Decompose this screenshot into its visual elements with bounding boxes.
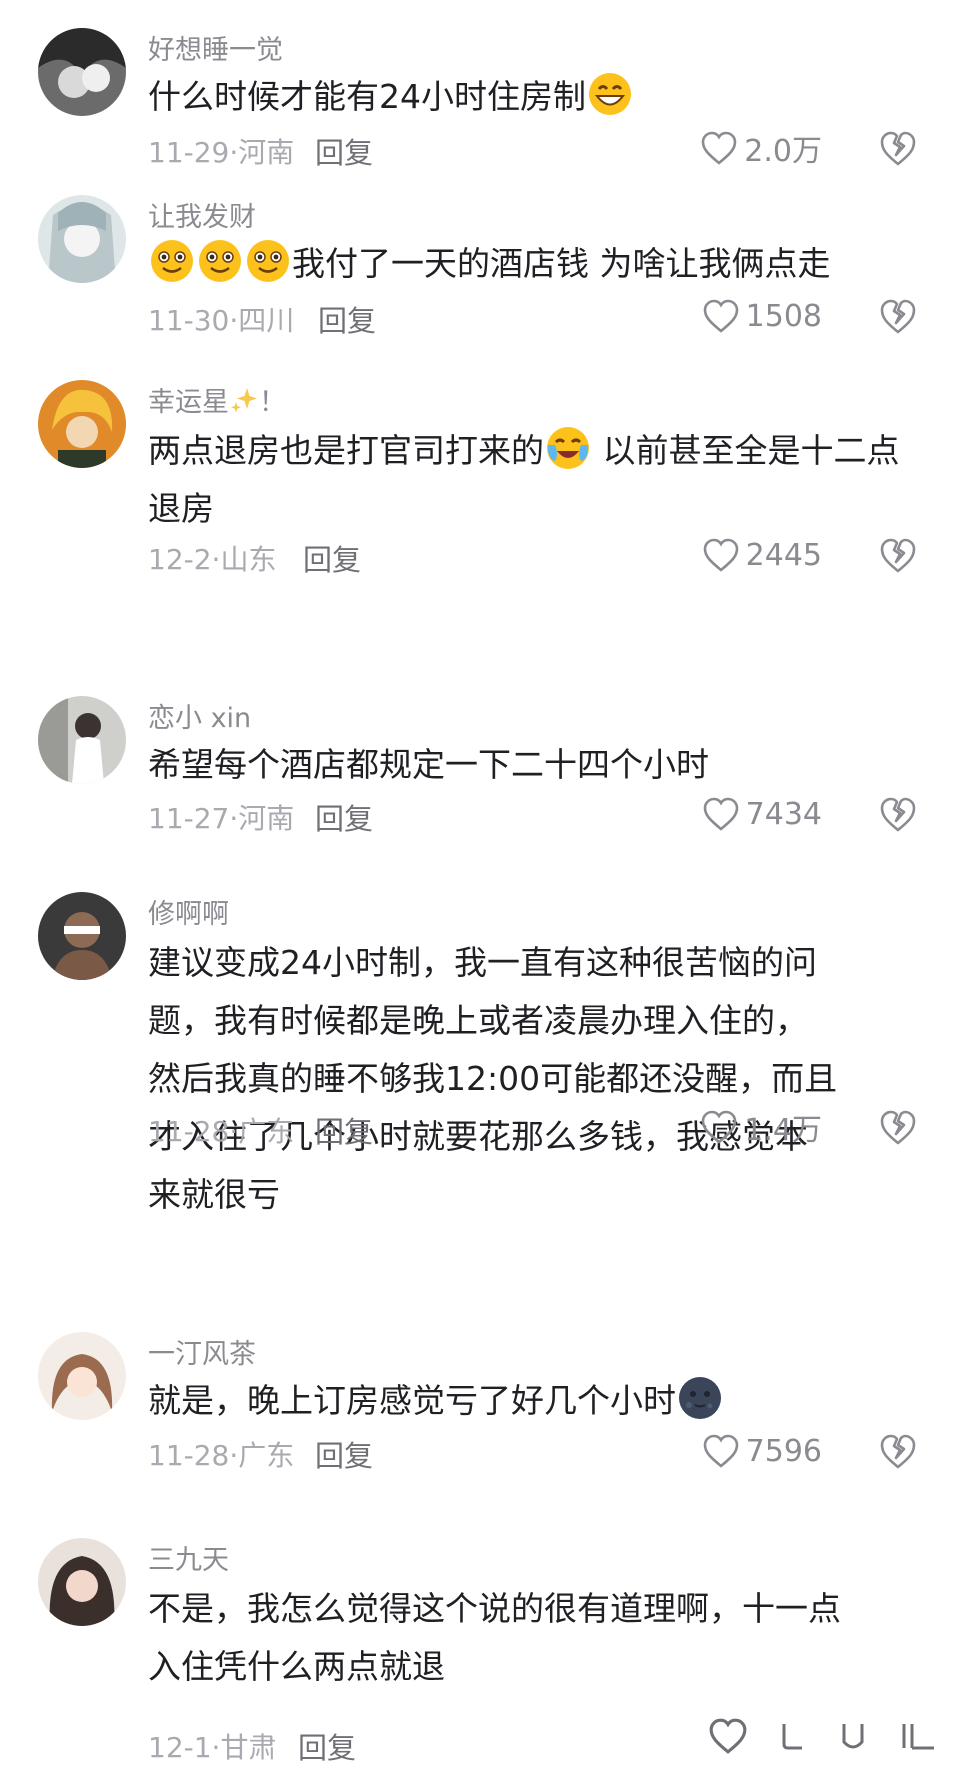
bookmark-icon[interactable] <box>838 1720 868 1756</box>
like-count: 2.0万 <box>744 134 822 169</box>
broken-heart-icon <box>880 299 916 334</box>
like-count: 1508 <box>745 298 822 334</box>
date-location: 11-30·四川 <box>148 304 295 337</box>
comment-text: 两点退房也是打官司打来的 以前甚至全是十二点退房 <box>148 422 918 538</box>
username[interactable]: 恋小 xin <box>148 696 251 735</box>
like-count: 2445 <box>745 537 822 573</box>
like-button[interactable]: 2.0万 <box>700 128 822 169</box>
username[interactable]: 让我发财 <box>148 195 256 234</box>
smile-emoji <box>197 238 243 284</box>
avatar[interactable] <box>38 892 126 980</box>
comment-text: 希望每个酒店都规定一下二十四个小时 <box>148 745 709 784</box>
broken-heart-icon <box>880 538 916 573</box>
date-location: 11-28·广东 <box>148 1115 295 1148</box>
smile-emoji <box>245 238 291 284</box>
heart-icon <box>703 299 738 333</box>
reply-button[interactable]: 回复 <box>315 1109 373 1151</box>
comment-item: 幸运星！ 两点退房也是打官司打来的 以前甚至全是十二点退房 12-2·山东 回复… <box>0 360 960 630</box>
date-location: 12-2·山东 <box>148 543 277 576</box>
username[interactable]: 修啊啊 <box>148 892 229 931</box>
dislike-button[interactable] <box>878 128 918 168</box>
comment-item: 三九天 不是，我怎么觉得这个说的很有道理啊，十一点入住凭什么两点就退 12-1·… <box>0 1460 960 1765</box>
like-button[interactable]: 1.4万 <box>700 1107 822 1148</box>
date-location: 11-29·河南 <box>148 136 295 169</box>
comment-item: 修啊啊 建议变成24小时制，我一直有这种很苦恼的问题，我有时候都是晚上或者凌晨办… <box>0 820 960 1260</box>
grin-emoji <box>587 71 633 117</box>
like-button[interactable]: 1508 <box>702 296 822 336</box>
comment-text: 什么时候才能有24小时住房制 <box>148 68 918 126</box>
avatar[interactable] <box>38 195 126 283</box>
like-button[interactable]: 2445 <box>702 535 822 575</box>
comment-text: 我付了一天的酒店钱 为啥让我俩点走 <box>148 235 918 293</box>
comment-item: 恋小 xin 希望每个酒店都规定一下二十四个小时 11-27·河南 回复 743… <box>0 630 960 836</box>
reply-button[interactable]: 回复 <box>318 298 376 340</box>
avatar[interactable] <box>38 28 126 116</box>
broken-heart-icon <box>880 131 916 166</box>
date-location: 12-1·甘肃 <box>148 1731 277 1764</box>
dislike-button[interactable] <box>878 1107 918 1147</box>
dislike-button[interactable] <box>878 296 918 336</box>
dark-moon-emoji <box>677 1375 723 1421</box>
smile-emoji <box>149 238 195 284</box>
heart-icon <box>701 131 737 165</box>
bottom-action-bar <box>708 1718 938 1758</box>
like-count: 1.4万 <box>744 1113 822 1148</box>
heart-icon <box>701 1110 737 1144</box>
comment-item: 好想睡一觉 什么时候才能有24小时住房制 11-29·河南 回复 2.0万 <box>0 0 960 180</box>
comment-text: 不是，我怎么觉得这个说的很有道理啊，十一点入住凭什么两点就退 <box>148 1589 841 1686</box>
comment-item: 让我发财 我付了一天的酒店钱 为啥让我俩点走 11-30·四川 回复 1508 <box>0 180 960 360</box>
avatar[interactable] <box>38 1332 126 1420</box>
heart-icon <box>703 538 738 572</box>
avatar[interactable] <box>38 696 126 784</box>
expand-icon[interactable] <box>778 1720 808 1756</box>
broken-heart-icon <box>880 1110 916 1145</box>
avatar[interactable] <box>38 1538 126 1626</box>
sparkles-icon <box>229 385 259 415</box>
comment-item: 一汀风茶 就是，晚上订房感觉亏了好几个小时 11-28·广东 回复 7596 <box>0 1260 960 1473</box>
comment-text: 就是，晚上订房感觉亏了好几个小时 <box>148 1372 918 1430</box>
more-icon[interactable] <box>898 1720 938 1756</box>
reply-button[interactable]: 回复 <box>315 130 373 172</box>
avatar[interactable] <box>38 380 126 468</box>
username[interactable]: 一汀风茶 <box>148 1332 256 1371</box>
comment-text: 建议变成24小时制，我一直有这种很苦恼的问题，我有时候都是晚上或者凌晨办理入住的… <box>148 943 838 1214</box>
username[interactable]: 幸运星！ <box>148 380 286 419</box>
dislike-button[interactable] <box>878 535 918 575</box>
username[interactable]: 好想睡一觉 <box>148 28 283 67</box>
heart-icon[interactable] <box>708 1717 748 1759</box>
reply-button[interactable]: 回复 <box>303 537 361 579</box>
username[interactable]: 三九天 <box>148 1538 229 1577</box>
crying-laughing-emoji <box>545 425 591 471</box>
